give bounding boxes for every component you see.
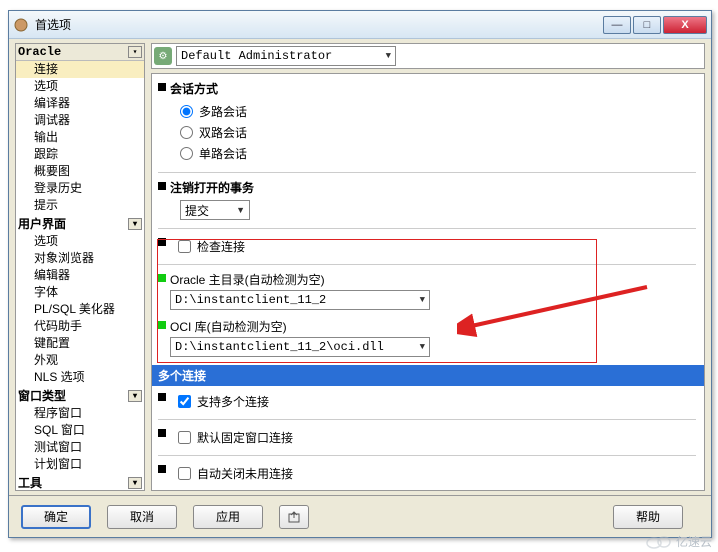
field-label: OCI 库(自动检测为空) [158, 318, 696, 335]
check-support-multi[interactable]: 支持多个连接 [158, 390, 696, 413]
nav-item[interactable]: PL/SQL 美化器 [16, 301, 144, 318]
settings-panel: 会话方式 多路会话 双路会话 单路会话 注销打开的事务 提交▼ 检查连接 Ora… [151, 73, 705, 491]
nav-item[interactable]: 输出 [16, 129, 144, 146]
check-default-pin[interactable]: 默认固定窗口连接 [158, 426, 696, 449]
logoff-combo[interactable]: 提交▼ [180, 200, 250, 220]
chevron-down-icon: ▼ [420, 295, 425, 305]
section-title: 会话方式 [158, 80, 696, 97]
field-label: Oracle 主目录(自动检测为空) [158, 271, 696, 288]
nav-item[interactable]: 选项 [16, 78, 144, 95]
nav-item[interactable]: 编译器 [16, 95, 144, 112]
nav-item[interactable]: 调试器 [16, 112, 144, 129]
nav-item[interactable]: 测试窗口 [16, 439, 144, 456]
titlebar[interactable]: 首选项 — □ X [9, 11, 711, 39]
chevron-down-icon: ▼ [236, 205, 245, 215]
nav-item[interactable]: SQL 窗口 [16, 422, 144, 439]
multi-connection-header: 多个连接 [152, 365, 704, 386]
nav-item[interactable]: 选项 [16, 233, 144, 250]
session-mode-section: 会话方式 多路会话 双路会话 单路会话 [158, 80, 696, 164]
nav-item[interactable]: 代码助手 [16, 318, 144, 335]
chevron-down-icon[interactable]: ▾ [128, 46, 142, 58]
apply-button[interactable]: 应用 [193, 505, 263, 529]
export-icon [287, 510, 301, 524]
nav-item[interactable]: 概要图 [16, 163, 144, 180]
cancel-button[interactable]: 取消 [107, 505, 177, 529]
logoff-section: 注销打开的事务 提交▼ [158, 179, 696, 220]
radio-single-session[interactable]: 单路会话 [158, 143, 696, 164]
nav-item[interactable]: 键配置 [16, 335, 144, 352]
chevron-down-icon[interactable]: ▾ [128, 477, 142, 489]
section-title: 注销打开的事务 [158, 179, 696, 196]
close-button[interactable]: X [663, 16, 707, 34]
nav-item[interactable]: NLS 选项 [16, 369, 144, 386]
chevron-down-icon: ▼ [420, 342, 425, 352]
nav-item[interactable]: 跟踪 [16, 146, 144, 163]
nav-item-connection[interactable]: 连接 [16, 61, 144, 78]
radio-multi-session[interactable]: 多路会话 [158, 101, 696, 122]
maximize-button[interactable]: □ [633, 16, 661, 34]
nav-item[interactable]: 字体 [16, 284, 144, 301]
chevron-down-icon[interactable]: ▾ [128, 390, 142, 402]
oci-lib-input[interactable]: D:\instantclient_11_2\oci.dll▼ [170, 337, 430, 357]
chevron-down-icon[interactable]: ▾ [128, 218, 142, 230]
nav-item[interactable]: 编辑器 [16, 267, 144, 284]
profile-select[interactable]: Default Administrator▼ [176, 46, 396, 66]
nav-group-tools[interactable]: 工具▾ [16, 473, 144, 491]
oracle-home-section: Oracle 主目录(自动检测为空) D:\instantclient_11_2… [158, 271, 696, 310]
nav-tree[interactable]: Oracle▾ 连接 选项 编译器 调试器 输出 跟踪 概要图 登录历史 提示 … [15, 43, 145, 491]
nav-item[interactable]: 程序窗口 [16, 405, 144, 422]
nav-item[interactable]: 外观 [16, 352, 144, 369]
oracle-home-input[interactable]: D:\instantclient_11_2▼ [170, 290, 430, 310]
chevron-down-icon: ▼ [386, 51, 391, 61]
help-button[interactable]: 帮助 [613, 505, 683, 529]
nav-group-ui[interactable]: 用户界面▾ [16, 214, 144, 233]
profile-selector-row: ⚙ Default Administrator▼ [151, 43, 705, 69]
profile-icon: ⚙ [154, 47, 172, 65]
export-button[interactable] [279, 505, 309, 529]
oci-lib-section: OCI 库(自动检测为空) D:\instantclient_11_2\oci.… [158, 318, 696, 357]
nav-group-windowtype[interactable]: 窗口类型▾ [16, 386, 144, 405]
button-bar: 确定 取消 应用 帮助 [9, 495, 711, 537]
app-icon [13, 17, 29, 33]
preferences-window: 首选项 — □ X Oracle▾ 连接 选项 编译器 调试器 输出 跟踪 概要… [8, 10, 712, 538]
nav-item[interactable]: 登录历史 [16, 180, 144, 197]
check-auto-close[interactable]: 自动关闭未用连接 [158, 462, 696, 485]
check-connection-row[interactable]: 检查连接 [158, 235, 696, 258]
minimize-button[interactable]: — [603, 16, 631, 34]
radio-dual-session[interactable]: 双路会话 [158, 122, 696, 143]
nav-item[interactable]: 提示 [16, 197, 144, 214]
nav-item[interactable]: 计划窗口 [16, 456, 144, 473]
window-title: 首选项 [35, 16, 601, 33]
ok-button[interactable]: 确定 [21, 505, 91, 529]
nav-group-oracle[interactable]: Oracle▾ [16, 44, 144, 61]
nav-item[interactable]: 对象浏览器 [16, 250, 144, 267]
